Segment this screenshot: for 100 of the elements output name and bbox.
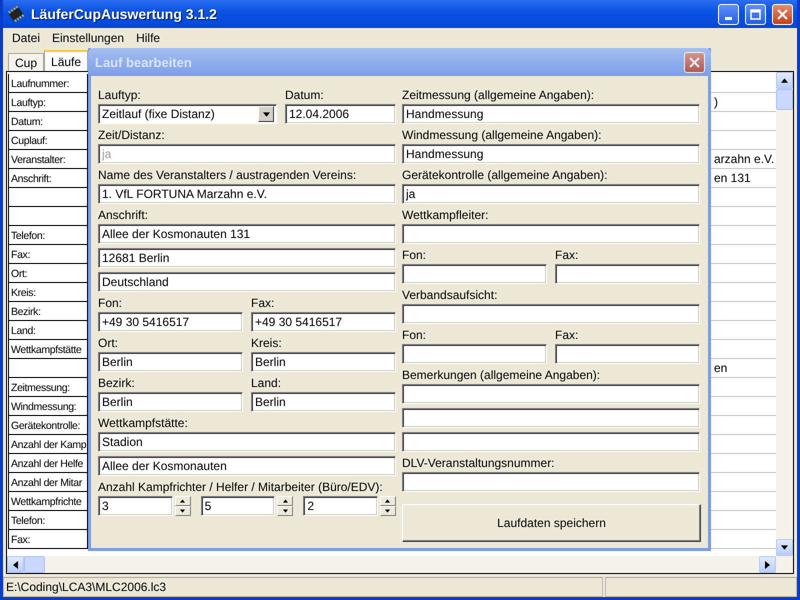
- input-field[interactable]: [402, 224, 700, 244]
- spin-up-button[interactable]: [277, 496, 294, 506]
- table-cell: ): [714, 95, 718, 109]
- field-label: Datum:: [285, 87, 325, 104]
- input-field[interactable]: Deutschland: [98, 272, 396, 292]
- spin-down-button[interactable]: [277, 506, 294, 516]
- input-field[interactable]: [555, 344, 700, 364]
- caret-down-icon: [282, 509, 288, 513]
- number-field[interactable]: 5: [200, 496, 276, 516]
- status-bar-panel: E:\Coding\LCA3\MLC2006.lc3: [3, 577, 603, 597]
- minimize-button[interactable]: [718, 4, 739, 24]
- table-cell: en 131: [714, 171, 751, 185]
- table-cell: en: [714, 361, 728, 375]
- scroll-thumb[interactable]: [24, 556, 45, 573]
- field-label: Gerätekontrolle (allgemeine Angaben):: [402, 167, 608, 184]
- caret-down-icon: [180, 509, 186, 513]
- menu-item[interactable]: Einstellungen: [46, 30, 130, 44]
- field-label: Fax:: [555, 327, 580, 344]
- tab[interactable]: Läufe: [44, 50, 88, 71]
- dropdown-field[interactable]: Zeitlauf (fixe Distanz): [98, 104, 277, 124]
- input-field[interactable]: +49 30 5416517: [98, 312, 243, 332]
- input-field[interactable]: [402, 264, 547, 284]
- scroll-up-button[interactable]: [776, 72, 793, 89]
- maximize-button[interactable]: [745, 4, 766, 24]
- caret-left-icon: [13, 560, 18, 568]
- caret-up-icon: [282, 499, 288, 503]
- input-field[interactable]: Stadion: [98, 432, 396, 452]
- input-field[interactable]: Berlin: [251, 352, 396, 372]
- scroll-left-button[interactable]: [7, 556, 24, 573]
- input-field[interactable]: Handmessung: [402, 104, 700, 124]
- close-icon: [689, 56, 700, 68]
- input-field[interactable]: +49 30 5416517: [251, 312, 396, 332]
- horizontal-scrollbar[interactable]: [7, 556, 793, 573]
- caret-up-icon: [180, 499, 186, 503]
- number-field[interactable]: 3: [98, 496, 173, 516]
- input-field[interactable]: [402, 384, 700, 404]
- input-field[interactable]: 1. VfL FORTUNA Marzahn e.V.: [98, 184, 396, 204]
- spin-up-button[interactable]: [174, 496, 191, 506]
- field-label: Windmessung (allgemeine Angaben):: [402, 127, 602, 144]
- field-label: Fax:: [251, 295, 276, 312]
- minimize-icon: [725, 16, 732, 20]
- field-label: Anzahl Kampfrichter / Helfer / Mitarbeiter (Büro/EDV):: [98, 479, 384, 496]
- input-field[interactable]: Berlin: [98, 352, 243, 372]
- input-field[interactable]: 12.04.2006: [285, 104, 396, 124]
- caret-up-icon: [781, 78, 788, 83]
- input-field[interactable]: [402, 408, 700, 428]
- input-field[interactable]: [402, 432, 700, 452]
- field-label: DLV-Veranstaltungsnummer:: [402, 455, 556, 472]
- tab[interactable]: Cup: [8, 53, 44, 71]
- input-field[interactable]: [402, 472, 700, 492]
- field-label: Zeit/Distanz:: [98, 127, 166, 144]
- field-label: Ort:: [98, 335, 119, 352]
- menu-item[interactable]: Hilfe: [130, 30, 166, 44]
- field-label: Bemerkungen (allgemeine Angaben):: [402, 367, 602, 384]
- dialog-title: Lauf bearbeiten: [95, 54, 192, 70]
- caret-down-icon: [262, 112, 270, 116]
- scroll-thumb[interactable]: [776, 89, 793, 110]
- field-label: Kreis:: [251, 335, 283, 352]
- input-field[interactable]: [555, 264, 700, 284]
- number-field[interactable]: 2: [303, 496, 378, 516]
- close-button[interactable]: [684, 52, 705, 72]
- input-field[interactable]: Allee der Kosmonauten: [98, 456, 396, 476]
- field-label: Fon:: [98, 295, 124, 312]
- field-label: Verbandsaufsicht:: [402, 287, 498, 304]
- table-cell: arzahn e.V.: [714, 152, 774, 166]
- caret-down-icon: [385, 509, 390, 513]
- caret-right-icon: [765, 560, 770, 568]
- spin-up-button[interactable]: [380, 496, 396, 506]
- spin-down-button[interactable]: [380, 506, 396, 516]
- vertical-scrollbar[interactable]: [776, 72, 793, 556]
- scroll-down-button[interactable]: [776, 539, 793, 556]
- field-label: Fax:: [555, 247, 580, 264]
- scroll-right-button[interactable]: [759, 556, 776, 573]
- save-button[interactable]: Laufdaten speichern: [402, 504, 701, 542]
- input-field[interactable]: Handmessung: [402, 144, 700, 164]
- caret-down-icon: [781, 545, 788, 550]
- input-field[interactable]: [402, 304, 700, 324]
- field-label: Zeitmessung (allgemeine Angaben):: [402, 87, 596, 104]
- close-icon: [777, 8, 788, 20]
- input-field[interactable]: Berlin: [98, 392, 243, 412]
- input-field[interactable]: ja: [402, 184, 700, 204]
- field-label: Fon:: [402, 327, 428, 344]
- field-label: Wettkampfstätte:: [98, 415, 189, 432]
- field-label: Anschrift:: [98, 207, 150, 224]
- field-label: Land:: [251, 375, 282, 392]
- maximize-icon: [750, 8, 761, 20]
- input-field[interactable]: Berlin: [251, 392, 396, 412]
- field-label: Bezirk:: [98, 375, 136, 392]
- close-button[interactable]: [772, 4, 793, 24]
- field-label: Name des Veranstalters / austragenden Vereins:: [98, 167, 358, 184]
- caret-up-icon: [385, 499, 390, 503]
- menu-item[interactable]: Datei: [6, 30, 46, 44]
- dropdown-button[interactable]: [258, 106, 274, 122]
- spin-down-button[interactable]: [174, 506, 191, 516]
- input-field[interactable]: 12681 Berlin: [98, 248, 396, 268]
- field-label: Lauftyp:: [98, 87, 142, 104]
- field-label: Wettkampfleiter:: [402, 207, 490, 224]
- input-field[interactable]: [402, 344, 547, 364]
- input-field[interactable]: Allee der Kosmonauten 131: [98, 224, 396, 244]
- window-title: LäuferCupAuswertung 3.1.2: [31, 6, 218, 22]
